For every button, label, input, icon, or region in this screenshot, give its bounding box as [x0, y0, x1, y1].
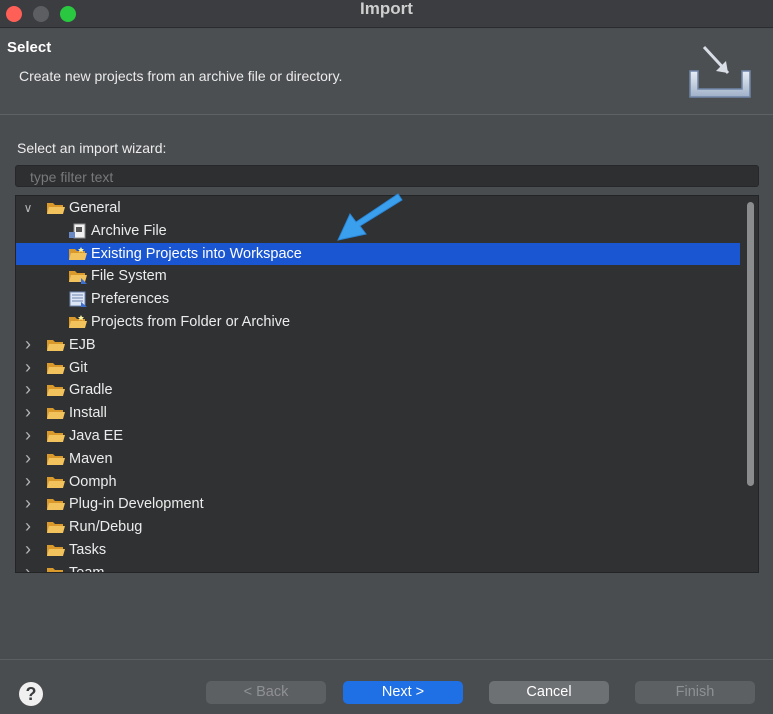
tree-item-ejb[interactable]: › EJB	[16, 334, 740, 356]
tree-item-git[interactable]: › Git	[16, 357, 740, 379]
folder-open-icon	[46, 519, 66, 535]
projects-folder-icon	[68, 314, 88, 330]
chevron-right-icon[interactable]: ›	[21, 380, 35, 399]
tree-item-projects-from-folder-or-archive[interactable]: Projects from Folder or Archive	[16, 311, 740, 333]
preferences-icon	[68, 291, 88, 308]
file-system-folder-icon	[68, 268, 88, 285]
chevron-right-icon[interactable]: ›	[21, 517, 35, 536]
import-wizard-icon	[689, 45, 751, 98]
folder-open-icon	[46, 405, 66, 421]
wizard-list-label: Select an import wizard:	[17, 140, 167, 156]
tree-item-label: Install	[69, 405, 107, 422]
tree-item-gradle[interactable]: › Gradle	[16, 379, 740, 401]
folder-open-icon	[46, 542, 66, 558]
archive-file-icon	[68, 223, 88, 239]
tree-item-plug-in-development[interactable]: › Plug-in Development	[16, 493, 740, 515]
tree-item-label: File System	[91, 268, 167, 285]
back-button[interactable]: < Back	[206, 681, 326, 704]
projects-folder-icon	[68, 246, 88, 262]
folder-open-icon	[46, 451, 66, 467]
folder-open-icon	[46, 200, 66, 216]
tree-scrollbar-thumb[interactable]	[747, 202, 754, 486]
title-bar: Import	[0, 0, 773, 28]
tree-item-label: Archive File	[91, 222, 167, 239]
folder-open-icon	[46, 337, 66, 353]
folder-open-icon	[46, 496, 66, 512]
annotation-arrow-icon	[337, 193, 403, 241]
chevron-right-icon[interactable]: ›	[21, 540, 35, 559]
tree-item-java-ee[interactable]: › Java EE	[16, 425, 740, 447]
chevron-right-icon[interactable]: ›	[21, 494, 35, 513]
wizard-tree[interactable]: › Team › Tasks › Run/Debug › Plug-in Developmen…	[15, 195, 759, 573]
wizard-header: Select Create new projects from an archi…	[0, 29, 773, 115]
finish-button[interactable]: Finish	[635, 681, 755, 704]
tree-item-install[interactable]: › Install	[16, 402, 740, 424]
tree-item-team[interactable]: › Team	[16, 562, 740, 573]
tree-item-label: Java EE	[69, 428, 123, 444]
tree-item-label: Projects from Folder or Archive	[91, 314, 291, 330]
tree-item-label: Team	[69, 564, 105, 573]
chevron-right-icon[interactable]: ›	[21, 426, 35, 445]
tree-item-tasks[interactable]: › Tasks	[16, 539, 740, 561]
filter-input[interactable]	[15, 165, 759, 187]
page-description: Create new projects from an archive file…	[19, 68, 343, 84]
tree-item-label: General	[69, 200, 121, 216]
tree-item-oomph[interactable]: › Oomph	[16, 471, 740, 493]
chevron-right-icon[interactable]: ›	[21, 449, 35, 468]
chevron-right-icon[interactable]: ›	[21, 335, 35, 354]
folder-open-icon	[46, 360, 66, 376]
tree-item-file-system[interactable]: File System	[16, 265, 740, 287]
cancel-button[interactable]: Cancel	[489, 681, 609, 704]
tree-item-label: Oomph	[69, 473, 117, 490]
tree-item-label: Gradle	[69, 382, 113, 399]
folder-open-icon	[46, 428, 66, 444]
chevron-right-icon[interactable]: ›	[21, 472, 35, 491]
wizard-footer: ? < Back Next > Cancel Finish	[0, 659, 773, 714]
folder-open-icon	[46, 474, 66, 490]
next-button[interactable]: Next >	[343, 681, 463, 704]
page-title: Select	[7, 39, 52, 56]
tree-item-label: EJB	[69, 336, 96, 353]
chevron-right-icon[interactable]: ›	[21, 403, 35, 422]
tree-item-label: Git	[69, 359, 88, 376]
chevron-right-icon[interactable]: ›	[21, 358, 35, 377]
help-button[interactable]: ?	[19, 682, 43, 706]
tree-item-label: Preferences	[91, 291, 170, 308]
window-title: Import	[360, 0, 413, 18]
chevron-down-icon[interactable]: ∨	[21, 199, 35, 217]
tree-item-label: Existing Projects into Workspace	[91, 245, 302, 262]
tree-item-label: Tasks	[69, 542, 107, 558]
tree-item-label: Maven	[69, 450, 113, 467]
tree-item-run-debug[interactable]: › Run/Debug	[16, 516, 740, 538]
tree-item-maven[interactable]: › Maven	[16, 448, 740, 470]
tree-item-label: Run/Debug	[69, 519, 143, 536]
tree-item-preferences[interactable]: Preferences	[16, 288, 740, 310]
folder-open-icon	[46, 565, 66, 572]
folder-open-icon	[46, 382, 66, 398]
chevron-right-icon[interactable]: ›	[21, 563, 35, 572]
tree-item-label: Plug-in Development	[69, 496, 204, 513]
